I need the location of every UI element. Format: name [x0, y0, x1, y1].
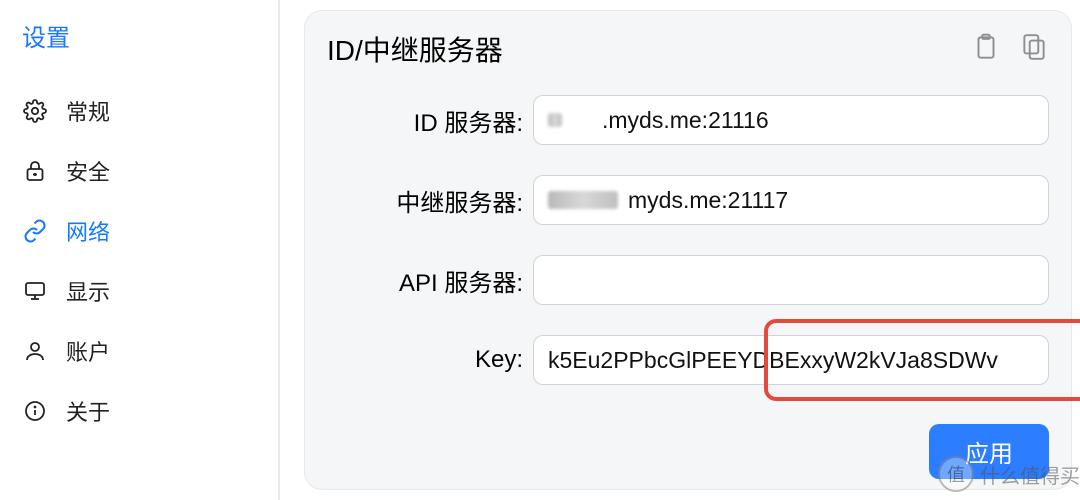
- row-relay-server: 中继服务器: myds.me:21117: [327, 175, 1049, 225]
- copy-icon: [1021, 32, 1047, 67]
- sidebar-item-general[interactable]: 常规: [0, 81, 278, 141]
- label-api-server: API 服务器:: [363, 263, 523, 298]
- value-relay-server: myds.me:21117: [628, 187, 788, 214]
- label-relay-server: 中继服务器:: [363, 183, 523, 218]
- link-icon: [22, 218, 48, 244]
- obscured-text: [548, 113, 562, 127]
- input-key[interactable]: k5Eu2PPbcGlPEEYDBExxyW2kVJa8SDWv: [533, 335, 1049, 385]
- card-title: ID/中继服务器: [327, 29, 971, 69]
- sidebar-item-label: 网络: [66, 215, 110, 247]
- value-key: k5Eu2PPbcGlPEEYDBExxyW2kVJa8SDWv: [548, 347, 998, 374]
- obscured-text: [548, 191, 618, 209]
- main-panel: ID/中继服务器 ID 服务器:: [280, 0, 1080, 500]
- sidebar-item-display[interactable]: 显示: [0, 261, 278, 321]
- sidebar-item-label: 安全: [66, 155, 110, 187]
- sidebar-item-label: 关于: [66, 395, 110, 427]
- person-icon: [22, 338, 48, 364]
- sidebar-item-label: 账户: [66, 335, 110, 367]
- gear-icon: [22, 98, 48, 124]
- row-id-server: ID 服务器: .myds.me:21116: [327, 95, 1049, 145]
- sidebar-item-about[interactable]: 关于: [0, 381, 278, 441]
- settings-sidebar: 设置 常规 安全 网络 显示: [0, 0, 280, 500]
- sidebar-item-label: 显示: [66, 275, 110, 307]
- sidebar-item-network[interactable]: 网络: [0, 201, 278, 261]
- input-api-server[interactable]: [533, 255, 1049, 305]
- label-id-server: ID 服务器:: [363, 103, 523, 138]
- input-relay-server[interactable]: myds.me:21117: [533, 175, 1049, 225]
- relay-server-card: ID/中继服务器 ID 服务器:: [304, 10, 1072, 490]
- copy-button[interactable]: [1019, 34, 1049, 64]
- input-id-server[interactable]: .myds.me:21116: [533, 95, 1049, 145]
- row-api-server: API 服务器:: [327, 255, 1049, 305]
- sidebar-item-security[interactable]: 安全: [0, 141, 278, 201]
- row-key: Key: k5Eu2PPbcGlPEEYDBExxyW2kVJa8SDWv: [327, 335, 1049, 385]
- lock-icon: [22, 158, 48, 184]
- label-key: Key:: [363, 346, 523, 374]
- value-id-server: .myds.me:21116: [602, 107, 769, 134]
- apply-button[interactable]: 应用: [929, 424, 1049, 479]
- paste-button[interactable]: [971, 34, 1001, 64]
- sidebar-item-label: 常规: [66, 95, 110, 127]
- info-icon: [22, 398, 48, 424]
- clipboard-paste-icon: [973, 32, 999, 67]
- sidebar-item-account[interactable]: 账户: [0, 321, 278, 381]
- monitor-icon: [22, 278, 48, 304]
- sidebar-title: 设置: [0, 16, 278, 81]
